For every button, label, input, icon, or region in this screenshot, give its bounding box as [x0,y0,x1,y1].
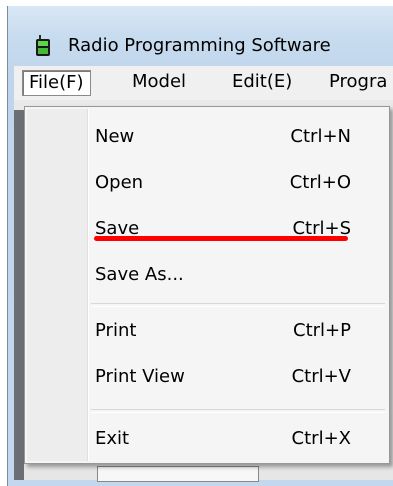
menu-icon-gutter [27,109,88,461]
menu-item-new[interactable]: New Ctrl+N [89,117,385,157]
menu-item-label: Save As... [95,264,184,285]
app-side-panel [14,110,24,480]
menu-item-open[interactable]: Open Ctrl+O [89,163,385,203]
title-bar: Radio Programming Software [8,6,393,66]
file-menu-dropdown: New Ctrl+N Open Ctrl+O Save Ctrl+S Save … [24,106,390,464]
menu-item-shortcut: Ctrl+P [293,320,351,341]
menu-separator [91,303,385,307]
menu-item-label: Print [95,320,137,341]
menu-edit[interactable]: Edit(E) [232,70,292,94]
menu-item-print[interactable]: Print Ctrl+P [89,311,385,351]
window-title: Radio Programming Software [68,35,331,56]
menu-item-label: Print View [95,366,185,387]
menu-item-save-as[interactable]: Save As... [89,255,385,295]
save-highlight-underline [94,236,348,241]
menu-model[interactable]: Model [132,70,186,94]
menu-item-shortcut: Ctrl+O [289,172,351,193]
menu-item-exit[interactable]: Exit Ctrl+X [89,419,385,459]
menu-separator [91,409,385,413]
menu-item-print-view[interactable]: Print View Ctrl+V [89,357,385,397]
menu-item-shortcut: Ctrl+V [291,366,351,387]
menu-item-label: Exit [95,428,130,449]
menu-file[interactable]: File(F) [22,70,91,96]
radio-icon [36,35,50,56]
menu-bar: File(F) Model Edit(E) Progra [14,66,393,101]
menu-item-save[interactable]: Save Ctrl+S [89,209,385,249]
menu-program[interactable]: Progra [329,70,387,94]
menu-item-label: New [95,126,135,147]
menu-item-shortcut: Ctrl+N [290,126,351,147]
menu-item-shortcut: Ctrl+X [291,428,351,449]
menu-item-label: Open [95,172,144,193]
